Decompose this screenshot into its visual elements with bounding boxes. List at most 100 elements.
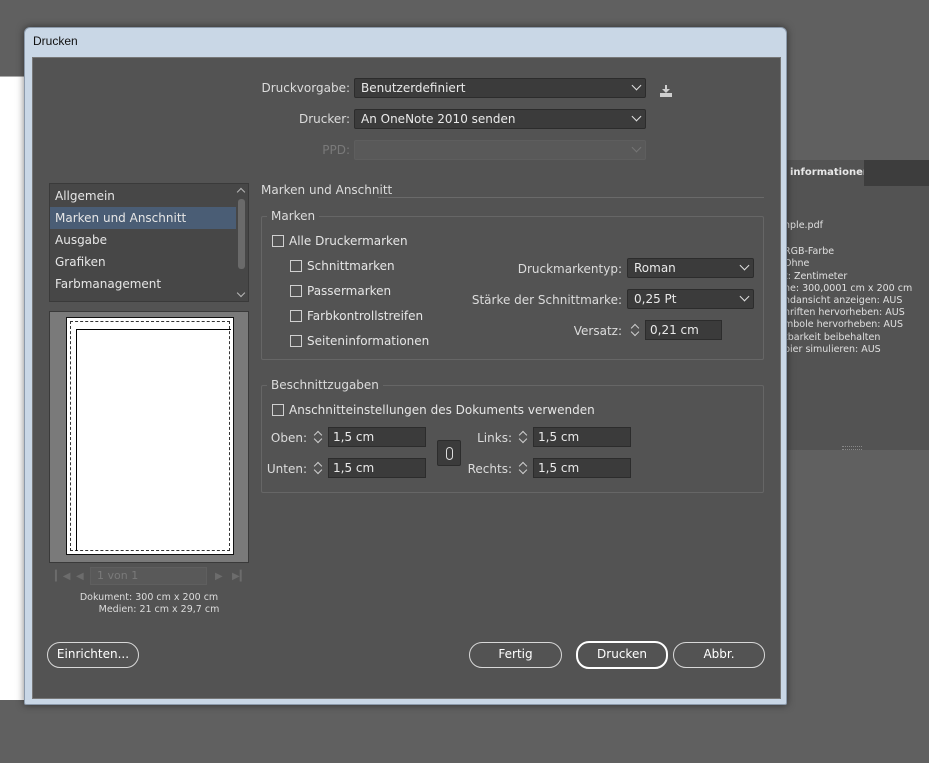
preview-page bbox=[66, 317, 234, 555]
preset-select[interactable]: Benutzerdefiniert bbox=[354, 78, 646, 98]
chevron-down-icon bbox=[631, 142, 642, 153]
background-info-line: pier simulieren: AUS bbox=[784, 343, 881, 355]
background-info-line: RGB-Farbe bbox=[784, 246, 835, 258]
page-information-checkbox[interactable]: Seiteninformationen bbox=[290, 333, 429, 349]
stepper-arrows[interactable] bbox=[310, 427, 327, 447]
bleed-right-field[interactable]: 1,5 cm bbox=[533, 458, 631, 478]
save-preset-icon[interactable] bbox=[659, 84, 673, 98]
page-navigator: ▎◀ ◀ 1 von 1 ▶ ▶▎ bbox=[49, 565, 249, 587]
document-size: Dokument: 300 cm x 200 cm bbox=[79, 592, 219, 603]
background-file-name: nple.pdf bbox=[784, 220, 823, 231]
checkbox-label: Anschnitteinstellungen des Dokuments ver… bbox=[289, 403, 595, 417]
background-document-canvas bbox=[0, 76, 26, 700]
bleed-left-stepper[interactable]: 1,5 cm bbox=[515, 427, 631, 447]
bleed-left-field[interactable]: 1,5 cm bbox=[533, 427, 631, 447]
chain-link-icon bbox=[446, 447, 453, 460]
checkbox-box[interactable] bbox=[290, 310, 302, 322]
printer-label: Drucker: bbox=[298, 112, 350, 126]
bleed-top-stepper[interactable]: 1,5 cm bbox=[310, 427, 426, 447]
preset-label: Druckvorgabe: bbox=[261, 81, 350, 95]
document-info: Dokument: 300 cm x 200 cm Medien: 21 cm … bbox=[49, 592, 249, 616]
chevron-down-icon bbox=[631, 111, 642, 122]
marks-group-title: Marken bbox=[267, 209, 320, 223]
checkbox-box[interactable] bbox=[272, 235, 284, 247]
bleed-group-title: Beschnittzugaben bbox=[267, 378, 383, 392]
background-info-panel: informationen nple.pdf RGB-Farbe Ohne t:… bbox=[780, 160, 929, 450]
checkbox-label: Farbkontrollstreifen bbox=[307, 309, 424, 323]
section-divider bbox=[378, 197, 764, 198]
bleed-right-label: Rechts: bbox=[467, 462, 512, 476]
media-size: Medien: 21 cm x 29,7 cm bbox=[98, 604, 220, 615]
previous-page-icon[interactable]: ◀ bbox=[76, 571, 84, 582]
mark-type-select[interactable]: Roman bbox=[627, 258, 754, 278]
background-info-line: ne: 300,0001 cm x 200 cm bbox=[784, 282, 913, 294]
dialog-title: Drucken bbox=[33, 34, 78, 48]
section-title: Marken und Anschnitt bbox=[261, 183, 393, 197]
crop-mark-weight-select[interactable]: 0,25 Pt bbox=[627, 289, 754, 309]
category-scrollbar[interactable] bbox=[236, 185, 247, 300]
background-panel-info-text: nple.pdf RGB-Farbe Ohne t: Zentimeter ne… bbox=[784, 220, 929, 356]
all-printer-marks-checkbox[interactable]: Alle Druckermarken bbox=[272, 233, 408, 249]
page-number-field: 1 von 1 bbox=[90, 567, 207, 585]
cancel-button[interactable]: Abbr. bbox=[673, 642, 765, 668]
category-item-marken-und-anschnitt[interactable]: Marken und Anschnitt bbox=[50, 207, 236, 229]
link-bleed-settings-button[interactable] bbox=[437, 440, 461, 466]
checkbox-box[interactable] bbox=[290, 285, 302, 297]
checkbox-box[interactable] bbox=[290, 335, 302, 347]
offset-label: Versatz: bbox=[573, 324, 622, 338]
printer-select[interactable]: An OneNote 2010 senden bbox=[354, 109, 646, 129]
stepper-arrows[interactable] bbox=[310, 458, 327, 478]
crop-marks-checkbox[interactable]: Schnittmarken bbox=[290, 258, 395, 274]
bleed-left-label: Links: bbox=[477, 431, 512, 445]
checkbox-label: Seiteninformationen bbox=[307, 334, 430, 348]
checkbox-box[interactable] bbox=[272, 404, 284, 416]
bleed-bottom-field[interactable]: 1,5 cm bbox=[328, 458, 426, 478]
scroll-down-icon[interactable] bbox=[236, 288, 246, 298]
background-info-line: mbole hervorheben: AUS bbox=[784, 319, 904, 331]
ppd-label: PPD: bbox=[322, 143, 350, 157]
bleed-bottom-label: Unten: bbox=[266, 462, 307, 476]
category-list: Allgemein Marken und Anschnitt Ausgabe G… bbox=[49, 183, 249, 302]
background-info-line: t: Zentimeter bbox=[784, 270, 848, 282]
offset-field[interactable]: 0,21 cm bbox=[645, 320, 722, 340]
category-item-grafiken[interactable]: Grafiken bbox=[50, 251, 236, 273]
printer-select-value: An OneNote 2010 senden bbox=[361, 112, 516, 126]
checkbox-label: Alle Druckermarken bbox=[289, 234, 408, 248]
stepper-arrows[interactable] bbox=[515, 458, 532, 478]
background-info-line: nriften hervorheben: AUS bbox=[784, 307, 905, 319]
crop-mark-weight-value: 0,25 Pt bbox=[634, 292, 677, 306]
stepper-arrows[interactable] bbox=[627, 320, 644, 340]
chevron-down-icon bbox=[739, 291, 750, 302]
bleed-bottom-stepper[interactable]: 1,5 cm bbox=[310, 458, 426, 478]
preset-select-value: Benutzerdefiniert bbox=[361, 81, 466, 95]
category-item-farbmanagement[interactable]: Farbmanagement bbox=[50, 273, 236, 295]
category-item-allgemein[interactable]: Allgemein bbox=[50, 185, 236, 207]
preview-content-area bbox=[76, 329, 231, 551]
category-item-ausgabe[interactable]: Ausgabe bbox=[50, 229, 236, 251]
setup-button[interactable]: Einrichten... bbox=[47, 642, 139, 668]
checkbox-label: Passermarken bbox=[307, 284, 392, 298]
bleed-top-label: Oben: bbox=[270, 431, 307, 445]
background-info-line: ndansicht anzeigen: AUS bbox=[784, 295, 903, 307]
checkbox-label: Schnittmarken bbox=[307, 259, 395, 273]
background-info-line: Ohne bbox=[784, 258, 810, 270]
checkbox-box[interactable] bbox=[290, 260, 302, 272]
last-page-icon[interactable]: ▶▎ bbox=[232, 571, 247, 582]
background-panel-tab[interactable]: informationen bbox=[784, 160, 864, 186]
background-panel-tabbar: informationen bbox=[780, 160, 929, 186]
background-panel-resize-grip[interactable] bbox=[842, 446, 862, 450]
ppd-select bbox=[354, 140, 646, 160]
done-button[interactable]: Fertig bbox=[469, 642, 562, 668]
print-button[interactable]: Drucken bbox=[576, 641, 668, 669]
next-page-icon[interactable]: ▶ bbox=[215, 571, 223, 582]
first-page-icon[interactable]: ▎◀ bbox=[55, 571, 70, 582]
bleed-top-field[interactable]: 1,5 cm bbox=[328, 427, 426, 447]
scrollbar-thumb[interactable] bbox=[238, 199, 245, 269]
use-document-bleed-checkbox[interactable]: Anschnitteinstellungen des Dokuments ver… bbox=[272, 402, 595, 418]
offset-stepper[interactable]: 0,21 cm bbox=[627, 320, 723, 340]
stepper-arrows[interactable] bbox=[515, 427, 532, 447]
color-bars-checkbox[interactable]: Farbkontrollstreifen bbox=[290, 308, 423, 324]
scroll-up-icon[interactable] bbox=[236, 187, 246, 197]
registration-marks-checkbox[interactable]: Passermarken bbox=[290, 283, 391, 299]
bleed-right-stepper[interactable]: 1,5 cm bbox=[515, 458, 631, 478]
